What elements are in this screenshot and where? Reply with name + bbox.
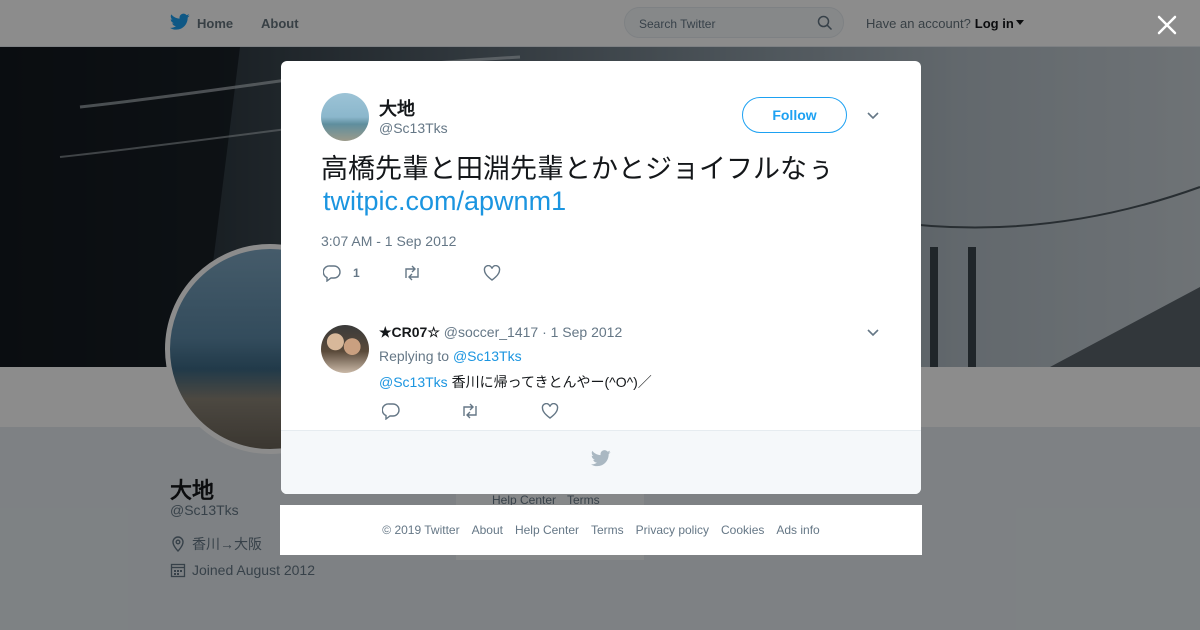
footer-terms-link[interactable]: Terms — [591, 523, 624, 537]
modal-footer — [281, 430, 921, 494]
tweet-body: 高橋先輩と田淵先輩とかとジョイフルなぅ — [321, 154, 834, 184]
footer-privacy-link[interactable]: Privacy policy — [636, 523, 709, 537]
reply-date[interactable]: · 1 Sep 2012 — [542, 324, 622, 340]
replying-prefix: Replying to — [379, 348, 450, 364]
tweet-author-name[interactable]: 大地 — [379, 95, 415, 121]
reply-author-handle[interactable]: @soccer_1417 — [444, 324, 538, 340]
reply-mention-link[interactable]: @Sc13Tks — [379, 374, 448, 390]
like-heart-icon[interactable] — [483, 265, 501, 281]
twitter-bird-footer-icon — [591, 450, 611, 467]
reply-chevron-down-icon[interactable] — [865, 324, 881, 340]
chevron-down-icon[interactable] — [865, 107, 881, 123]
reply-retweet-icon[interactable] — [460, 402, 480, 420]
footer-ads-info-link[interactable]: Ads info — [776, 523, 819, 537]
tweet-author-avatar[interactable] — [321, 93, 369, 141]
tweet-text: 高橋先輩と田淵先輩とかとジョイフルなぅ twitpic.com/apwnm1 — [321, 153, 881, 217]
close-icon[interactable] — [1152, 10, 1182, 40]
tweet-modal: 大地 @Sc13Tks Follow 高橋先輩と田淵先輩とかとジョイフルなぅ t… — [281, 61, 921, 494]
retweet-icon[interactable] — [402, 264, 422, 282]
footer-help-center-link[interactable]: Help Center — [515, 523, 579, 537]
follow-button[interactable]: Follow — [742, 97, 847, 133]
reply-count: 1 — [353, 266, 360, 280]
reply-reply-icon[interactable] — [382, 402, 400, 420]
footer-about-link[interactable]: About — [472, 523, 503, 537]
tweet-author-handle[interactable]: @Sc13Tks — [379, 120, 448, 136]
footer-copyright: © 2019 Twitter — [382, 523, 460, 537]
reply-body: 香川に帰ってきとんやー(^O^)／ — [451, 374, 652, 390]
tweet-link[interactable]: twitpic.com/apwnm1 — [323, 186, 566, 216]
replying-to-link[interactable]: @Sc13Tks — [453, 348, 522, 364]
reply-action[interactable]: 1 — [323, 264, 360, 282]
page-footer: © 2019 Twitter About Help Center Terms P… — [280, 505, 922, 555]
reply-text: @Sc13Tks 香川に帰ってきとんやー(^O^)／ — [379, 372, 652, 392]
tweet-timestamp[interactable]: 3:07 AM - 1 Sep 2012 — [321, 233, 456, 249]
replying-to: Replying to @Sc13Tks — [379, 348, 522, 364]
reply-icon[interactable] — [323, 264, 341, 282]
footer-cookies-link[interactable]: Cookies — [721, 523, 764, 537]
reply-author-avatar[interactable] — [321, 325, 369, 373]
reply-header: ★CR07☆ @soccer_1417 · 1 Sep 2012 — [379, 324, 622, 341]
reply-like-heart-icon[interactable] — [541, 403, 559, 419]
reply-author-name[interactable]: ★CR07☆ — [379, 324, 440, 340]
